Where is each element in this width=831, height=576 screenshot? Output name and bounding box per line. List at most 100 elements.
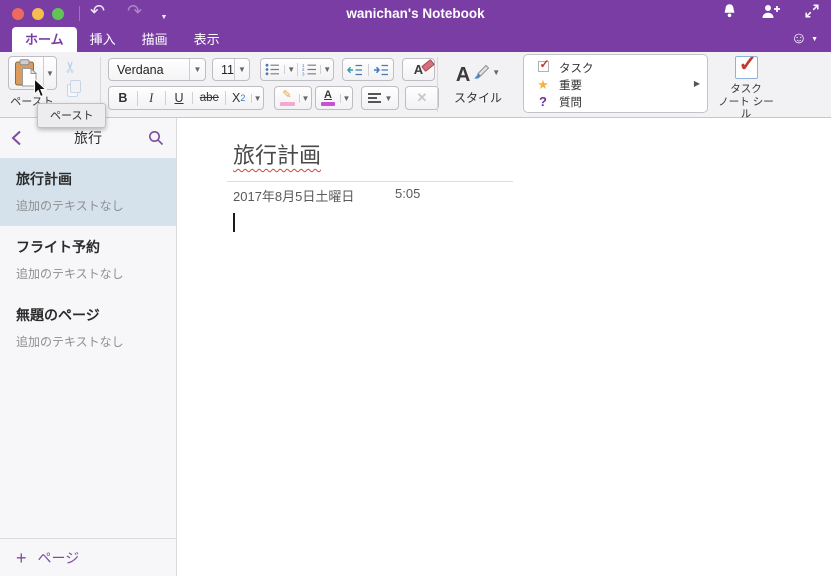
tab-view[interactable]: 表示 — [181, 27, 233, 52]
chevron-down-icon: ▼ — [492, 68, 501, 77]
chevron-down-icon: ▼ — [46, 68, 54, 78]
font-color-swatch — [321, 102, 335, 106]
tag-item-important[interactable]: ★ 重要 — [536, 76, 707, 93]
font-name-select[interactable]: Verdana ▼ — [108, 58, 206, 81]
back-to-notebooks-button[interactable] — [11, 130, 22, 151]
add-page-label: ページ — [37, 549, 80, 566]
italic-button[interactable]: I — [136, 90, 165, 106]
expand-arrows-icon — [805, 4, 819, 18]
font-color-dropdown[interactable]: ▼ — [340, 93, 352, 103]
styles-label: スタイル — [453, 91, 502, 105]
bullets-button[interactable] — [261, 63, 284, 76]
share-notebook-button[interactable] — [761, 4, 781, 24]
styles-button[interactable]: A ▼ スタイル — [444, 57, 512, 113]
pointer-arrow-icon — [33, 77, 48, 98]
page-date: 2017年8月5日土曜日 — [233, 189, 355, 204]
align-lines-icon — [367, 93, 381, 103]
decrease-indent-button[interactable] — [343, 64, 368, 76]
increase-indent-button[interactable] — [367, 63, 393, 76]
indent-icon — [373, 64, 388, 75]
page-title[interactable]: 旅行計画 — [233, 138, 321, 170]
highlight-color-swatch — [279, 102, 295, 106]
title-divider — [227, 181, 513, 182]
chevron-down-icon: ▼ — [193, 65, 202, 74]
bold-button[interactable]: B — [109, 91, 137, 105]
scissors-icon: ✂ — [62, 60, 80, 74]
chevron-down-icon: ▼ — [301, 93, 310, 103]
tag-gallery-expand-arrow[interactable]: ▶ — [694, 79, 700, 88]
numbering-button[interactable]: 1 2 3 — [296, 63, 320, 76]
chevron-down-icon: ▼ — [323, 65, 332, 74]
svg-text:3: 3 — [302, 72, 305, 76]
tag-task-label: タスク — [559, 62, 594, 75]
tab-draw[interactable]: 描画 — [129, 27, 181, 52]
task-note-seal-button[interactable]: ✓ タスク ノート シール — [714, 51, 778, 121]
copy-button[interactable] — [67, 80, 81, 97]
ribbon-tabs: ホーム 挿入 描画 表示 ☺ ▼ — [0, 27, 831, 52]
highlight-button[interactable]: ✎ — [275, 90, 299, 106]
page-list-item[interactable]: 無題のページ 追加のテキストなし — [0, 294, 176, 362]
feedback-button[interactable]: ☺ ▼ — [791, 29, 818, 49]
mouse-cursor — [33, 77, 48, 104]
page-item-subtitle: 追加のテキストなし — [16, 267, 124, 281]
clear-formatting-icon: A — [414, 58, 436, 79]
tab-insert[interactable]: 挿入 — [77, 27, 129, 52]
add-page-button[interactable]: + ページ — [0, 538, 176, 576]
clear-formatting-button[interactable]: A — [402, 58, 436, 81]
font-size-select[interactable]: 11 ▼ — [212, 58, 250, 81]
bullets-dropdown[interactable]: ▼ — [284, 65, 297, 74]
tag-gallery: ✓ タスク ★ 重要 ? 質問 ▶ — [523, 54, 708, 113]
tab-home[interactable]: ホーム — [12, 27, 77, 52]
underline-button[interactable]: U — [164, 91, 193, 105]
paragraph-align-button[interactable]: ▼ — [361, 86, 399, 110]
bulleted-list-icon — [265, 63, 280, 76]
window-title: wanichan's Notebook — [346, 6, 485, 21]
ribbon-home: ▼ ペースト ✂ Verdana ▼ 11 ▼ ▼ 1 2 3 ▼ A B I … — [0, 51, 831, 121]
chevron-down-icon: ▼ — [384, 93, 393, 103]
fullscreen-button[interactable] — [805, 4, 819, 23]
page-list-item[interactable]: フライト予約 追加のテキストなし — [0, 226, 176, 294]
page-item-subtitle: 追加のテキストなし — [16, 335, 124, 349]
delete-button[interactable]: ✕ — [405, 86, 439, 110]
page-list-item[interactable]: 旅行計画 追加のテキストなし — [0, 158, 176, 226]
note-canvas[interactable]: 旅行計画 2017年8月5日土曜日 5:05 — [177, 118, 831, 576]
question-mark-icon: ? — [539, 94, 547, 109]
titlebar: ↶ ↷ ▼ wanichan's Notebook — [0, 0, 831, 27]
page-item-subtitle: 追加のテキストなし — [16, 199, 124, 213]
ribbon-separator — [437, 57, 438, 112]
cut-button[interactable]: ✂ — [61, 61, 79, 74]
task-note-seal-line1: タスク — [730, 83, 762, 95]
text-cursor — [233, 213, 235, 232]
subscript-x: X — [231, 91, 241, 105]
subscript-dropdown[interactable]: ▼ — [251, 93, 263, 103]
font-color-letter: A — [324, 89, 332, 101]
chevron-left-icon — [11, 130, 21, 146]
chevron-down-icon: ▼ — [811, 35, 818, 43]
smiley-icon: ☺ — [790, 30, 808, 47]
chevron-down-icon: ▼ — [342, 93, 351, 103]
subscript-2: 2 — [240, 93, 246, 103]
styles-letter: A — [455, 64, 471, 86]
paste-tooltip: ペースト — [37, 103, 107, 128]
task-checkbox-icon: ✓ — [537, 56, 550, 72]
font-name-value: Verdana — [117, 62, 164, 77]
search-button[interactable] — [148, 130, 164, 151]
numbering-dropdown[interactable]: ▼ — [320, 65, 333, 74]
chevron-down-icon: ▼ — [253, 93, 262, 103]
page-item-title: フライト予約 — [16, 239, 100, 255]
tag-item-task[interactable]: ✓ タスク — [536, 56, 707, 76]
highlighter-pen-icon: ✎ — [282, 89, 292, 101]
notifications-button[interactable] — [722, 3, 737, 25]
bell-icon — [724, 3, 735, 17]
tag-question-label: 質問 — [559, 96, 582, 109]
subscript-button[interactable]: X2 — [225, 91, 251, 105]
add-person-icon — [762, 4, 780, 18]
highlight-dropdown[interactable]: ▼ — [299, 93, 311, 103]
task-check-icon: ✓ — [734, 51, 758, 79]
strikethrough-button[interactable]: abe — [192, 92, 225, 104]
font-color-button[interactable]: A — [316, 90, 340, 106]
onenote-window: ↶ ↷ ▼ wanichan's Notebook ホーム 挿入 描画 表示 ☺… — [0, 0, 831, 576]
tag-item-question[interactable]: ? 質問 — [536, 93, 707, 110]
search-icon — [149, 131, 164, 146]
page-item-title: 無題のページ — [16, 307, 100, 323]
